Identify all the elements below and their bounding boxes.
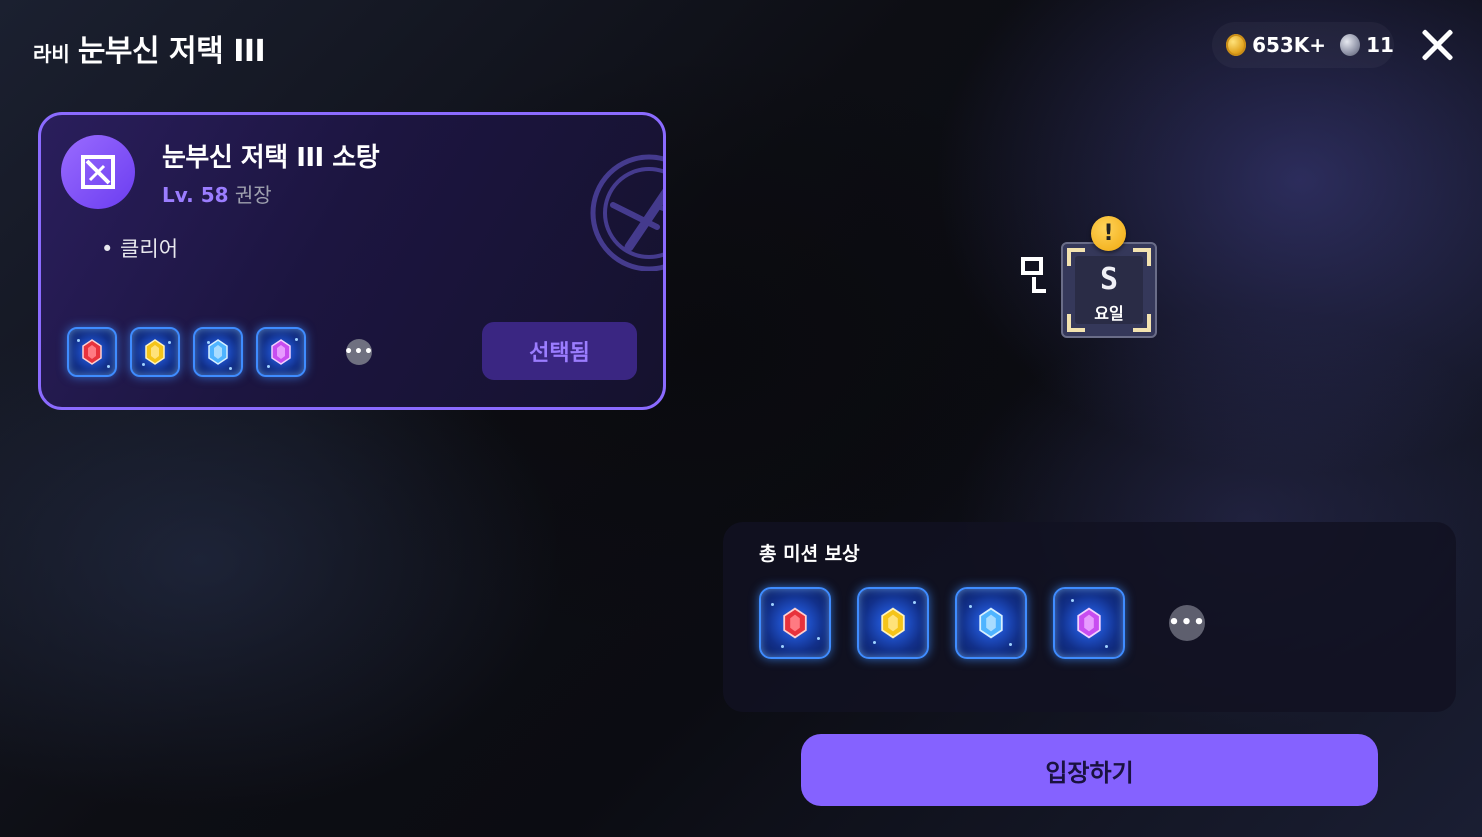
currency-bar: 653K+ 11 [1212, 22, 1394, 68]
side-marker [1020, 256, 1048, 298]
enter-button[interactable]: 입장하기 [801, 734, 1378, 806]
region-label: 라비 [33, 42, 70, 66]
selected-button[interactable]: 선택됨 [482, 322, 637, 380]
yellow-gem-icon[interactable] [857, 587, 929, 659]
purple-gem-icon[interactable] [1053, 587, 1125, 659]
level-class: 권장 [234, 183, 272, 207]
mission-reward-panel: 총 미션 보상 ••• [723, 522, 1456, 712]
red-gem-icon[interactable] [759, 587, 831, 659]
purple-gem-icon[interactable] [256, 327, 306, 377]
reward-title: 총 미션 보상 [759, 543, 860, 565]
more-rewards-button[interactable]: ••• [344, 339, 373, 365]
blue-gem-icon[interactable] [193, 327, 243, 377]
day-value: S [1099, 262, 1119, 297]
blue-gem-icon[interactable] [955, 587, 1027, 659]
reward-list: ••• [759, 587, 1205, 659]
day-indicator[interactable]: S 요일 [1061, 242, 1157, 338]
gold-coin-icon [1226, 34, 1247, 56]
close-button[interactable] [1420, 27, 1454, 61]
dungeon-card[interactable]: 눈부신 저택 III 소탕 Lv. 58 권장 • 클리어 ••• 선택됨 [38, 112, 666, 410]
card-objective: • 클리어 [101, 237, 179, 261]
silver-amount: 11 [1366, 33, 1394, 57]
dungeon-emblem-icon [61, 135, 135, 209]
alert-icon: ! [1091, 216, 1126, 251]
card-reward-list: ••• [67, 327, 373, 377]
page-title: 눈부신 저택 III [77, 34, 266, 69]
card-title: 눈부신 저택 III 소탕 [162, 143, 380, 173]
page-title-group: 라비 눈부신 저택 III [33, 26, 266, 70]
silver-coin-icon [1340, 34, 1361, 56]
sword-emblem-icon [587, 151, 663, 272]
yellow-gem-icon[interactable] [130, 327, 180, 377]
day-label: 요일 [1094, 304, 1124, 323]
gold-amount: 653K+ [1252, 33, 1327, 57]
more-rewards-button[interactable]: ••• [1168, 605, 1205, 641]
card-level: Lv. 58 권장 [162, 179, 272, 208]
level-value: Lv. 58 [162, 183, 229, 207]
red-gem-icon[interactable] [67, 327, 117, 377]
